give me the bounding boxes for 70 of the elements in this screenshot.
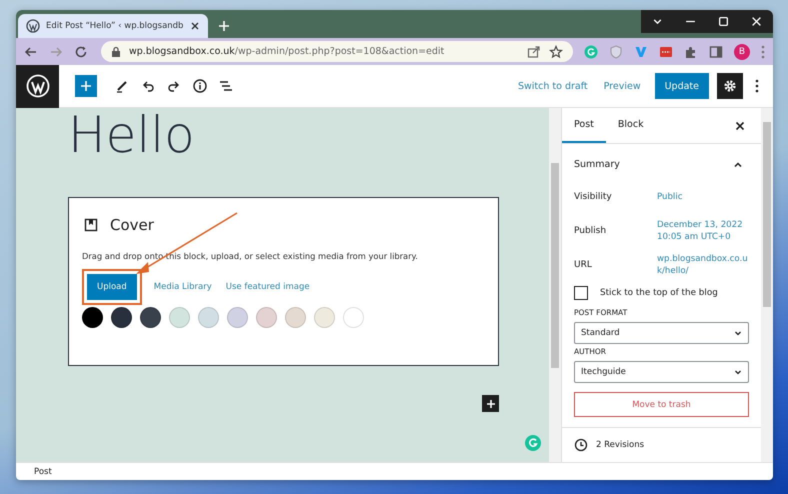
url-text: wp.blogsandbox.co.uk/wp-admin/post.php?post=108&action=edit xyxy=(129,46,444,57)
toolbar-link[interactable]: Switch to draft xyxy=(512,76,594,96)
field-value-link[interactable]: December 13, 2022 10:05 am UTC+0 xyxy=(657,218,743,244)
side-panel-icon[interactable] xyxy=(709,44,723,58)
upload-button[interactable]: Upload xyxy=(87,274,137,300)
info-icon[interactable] xyxy=(193,79,207,93)
back-icon[interactable] xyxy=(24,44,38,58)
field-label: URL xyxy=(574,260,593,270)
sidebar-tab[interactable]: Block xyxy=(606,108,656,143)
breadcrumb[interactable]: Post xyxy=(34,466,52,476)
lock-icon xyxy=(111,46,121,58)
field-label: Visibility xyxy=(574,192,613,202)
star-icon[interactable] xyxy=(549,44,563,58)
new-tab-icon[interactable] xyxy=(218,20,230,32)
add-block-button[interactable] xyxy=(482,395,499,412)
more-icon[interactable] xyxy=(755,79,759,93)
browser-tab[interactable]: Edit Post “Hello” ‹ wp.blogsandb xyxy=(18,14,208,38)
pencil-icon[interactable] xyxy=(115,79,129,93)
update-button[interactable]: Update xyxy=(654,73,709,99)
close-icon[interactable] xyxy=(190,21,200,31)
color-swatch[interactable] xyxy=(82,307,103,328)
color-swatch[interactable] xyxy=(227,307,248,328)
wordpress-logo[interactable] xyxy=(16,64,59,108)
cover-title: Cover xyxy=(110,216,154,234)
wordpress-logo-icon xyxy=(26,74,50,98)
plus-icon xyxy=(80,80,92,92)
tab-title: Edit Post “Hello” ‹ wp.blogsandb xyxy=(46,21,184,31)
chevron-down-icon xyxy=(734,329,742,337)
redo-icon[interactable] xyxy=(167,79,181,93)
share-icon[interactable] xyxy=(527,44,541,58)
sidebar-tab[interactable]: Post xyxy=(562,108,606,143)
history-icon xyxy=(574,438,588,452)
toolbar-link[interactable]: Preview xyxy=(598,76,647,96)
color-swatch[interactable] xyxy=(256,307,277,328)
scrollbar-thumb[interactable] xyxy=(551,163,559,368)
list-view-icon[interactable] xyxy=(219,79,233,93)
media-link[interactable]: Use featured image xyxy=(224,282,312,292)
field-value-link[interactable]: Public xyxy=(657,190,682,204)
settings-icon xyxy=(723,79,737,93)
chevron-down-icon xyxy=(734,368,742,376)
wordpress-logo-icon xyxy=(26,19,40,33)
color-swatch[interactable] xyxy=(314,307,335,328)
color-swatch[interactable] xyxy=(169,307,190,328)
settings-button[interactable] xyxy=(717,73,743,99)
field-label: Publish xyxy=(574,226,608,236)
field-value-link[interactable]: wp.blogsandbox.co.u k/hello/ xyxy=(657,252,748,278)
select-field[interactable]: Standard xyxy=(574,322,749,344)
color-swatch[interactable] xyxy=(111,307,132,328)
move-to-trash-button[interactable]: Move to trash xyxy=(574,392,749,417)
checkbox-label: Stick to the top of the blog xyxy=(600,288,718,298)
post-heading: Hello xyxy=(68,108,195,163)
plus-icon xyxy=(486,398,496,408)
close-icon[interactable] xyxy=(735,120,745,130)
color-swatch[interactable] xyxy=(343,307,364,328)
profile-avatar[interactable]: B xyxy=(734,44,750,60)
checkbox[interactable] xyxy=(574,286,588,300)
dashed-line-extension-icon[interactable] xyxy=(659,44,673,58)
summary-panel-toggle[interactable]: Summary xyxy=(562,144,761,180)
color-swatch[interactable] xyxy=(285,307,306,328)
revisions-link[interactable]: 2 Revisions xyxy=(596,440,644,450)
color-swatch[interactable] xyxy=(140,307,161,328)
reload-icon[interactable] xyxy=(74,44,88,58)
media-link[interactable]: Media Library xyxy=(152,282,214,292)
scrollbar-thumb[interactable] xyxy=(763,122,771,307)
puzzle-icon[interactable] xyxy=(684,44,698,58)
address-field[interactable]: wp.blogsandbox.co.uk/wp-admin/post.php?post=108&action=edit xyxy=(101,41,573,62)
undo-icon[interactable] xyxy=(141,79,155,93)
select-field[interactable]: Itechguide xyxy=(574,361,749,383)
color-swatch[interactable] xyxy=(198,307,219,328)
cover-block-icon xyxy=(84,218,98,232)
